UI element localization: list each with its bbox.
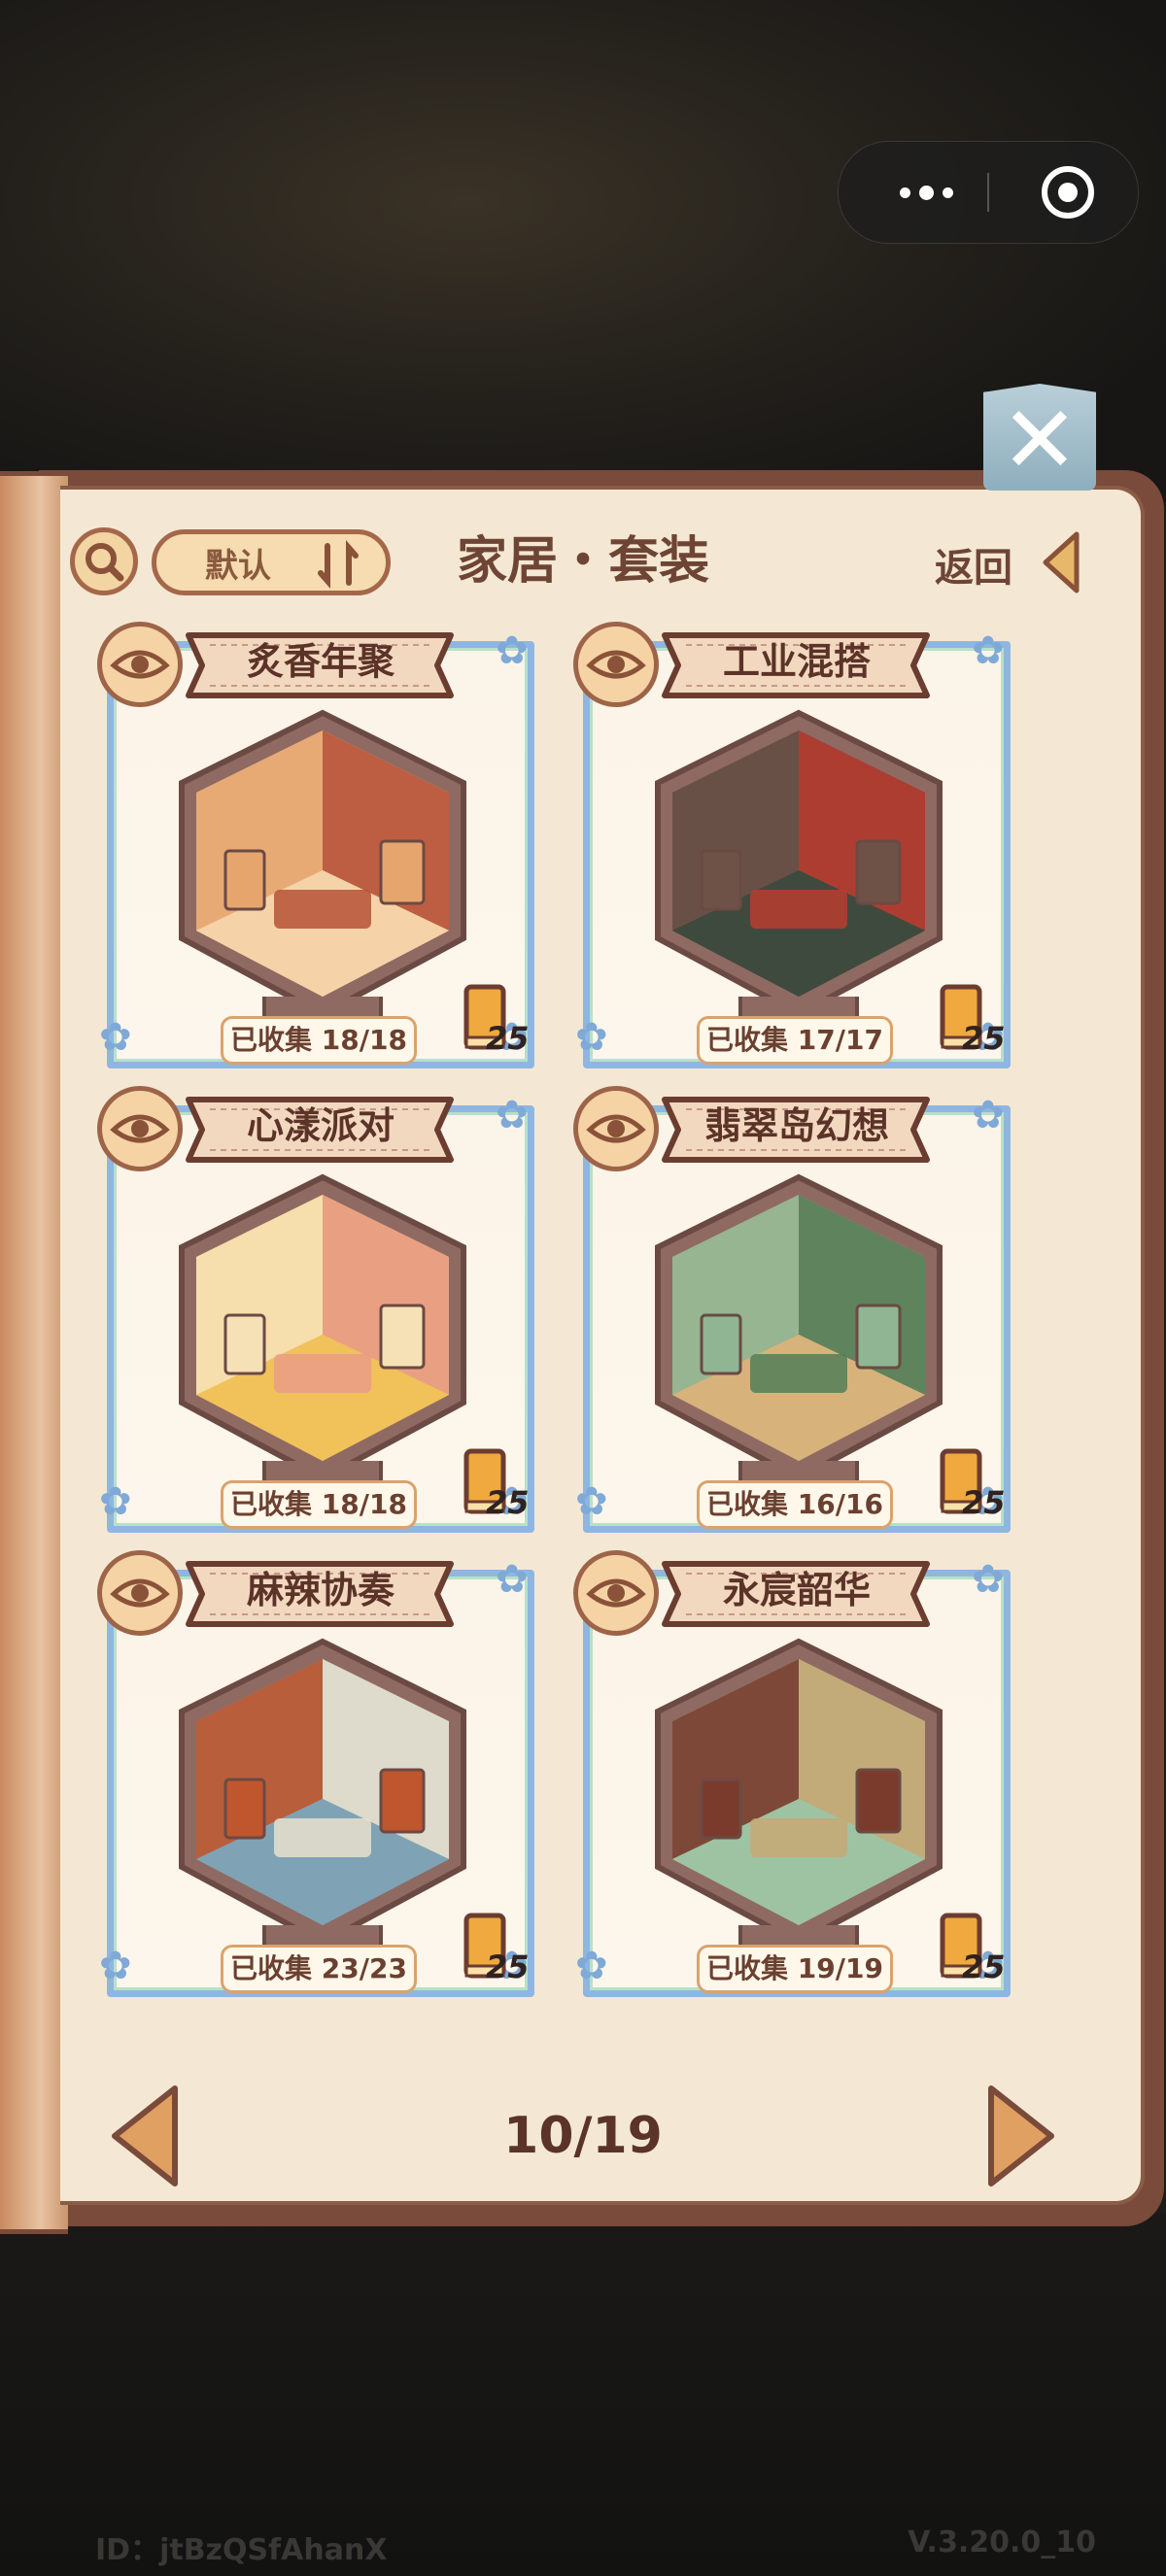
previous-page-button[interactable] — [105, 2081, 183, 2191]
eye-icon — [586, 1114, 646, 1143]
ribbon-corner-icon: ✿ — [99, 1944, 132, 1988]
ribbon-corner-icon: ✿ — [972, 1093, 1005, 1137]
page-title: 家居・套装 — [456, 531, 709, 591]
set-name: 工业混搭 — [722, 639, 871, 683]
preview-eye-button[interactable] — [97, 622, 183, 707]
version-label: V.3.20.0_10 — [908, 2525, 1096, 2559]
next-page-button[interactable] — [983, 2081, 1061, 2191]
room-preview-image — [179, 1638, 466, 1951]
furniture-set-card[interactable]: ✿ ✿ ✿ 工业混搭 已收集 17/17 25 — [573, 622, 1020, 1068]
room-preview-image — [179, 709, 466, 1023]
set-name: 心漾派对 — [246, 1103, 394, 1147]
collection-status: 已收集 18/18 — [221, 1480, 417, 1529]
ribbon-corner-icon: ✿ — [99, 1015, 132, 1060]
book-spine — [0, 471, 68, 2234]
preview-eye-button[interactable] — [97, 1086, 183, 1171]
set-name: 炙香年聚 — [246, 639, 394, 683]
set-name: 麻辣协奏 — [246, 1568, 394, 1611]
preview-eye-button[interactable] — [573, 1550, 659, 1636]
set-name: 永宸韶华 — [722, 1568, 871, 1611]
search-icon — [86, 543, 124, 582]
back-arrow-icon[interactable] — [1038, 528, 1086, 596]
ribbon-corner-icon: ✿ — [575, 1479, 608, 1524]
sort-label: 默认 — [205, 546, 271, 586]
ribbon-corner-icon: ✿ — [575, 1944, 608, 1988]
reward-count: 25 — [962, 1949, 1006, 1985]
close-icon: ✕ — [1000, 386, 1080, 494]
collection-status: 已收集 18/18 — [221, 1016, 417, 1065]
reward-count: 25 — [962, 1484, 1006, 1521]
game-background-bottom — [0, 2215, 1166, 2576]
reward-count: 25 — [486, 1484, 530, 1521]
eye-icon — [586, 1578, 646, 1608]
eye-icon — [586, 650, 646, 679]
close-miniprogram-icon[interactable] — [1039, 163, 1097, 221]
eye-icon — [110, 650, 170, 679]
ribbon-corner-icon: ✿ — [496, 628, 529, 673]
room-preview-image — [655, 1638, 943, 1951]
preview-eye-button[interactable] — [573, 622, 659, 707]
page-indicator: 10/19 — [503, 2107, 663, 2165]
close-button[interactable]: ✕ — [983, 384, 1096, 491]
player-id: ID：jtBzQSfAhanX — [95, 2533, 388, 2567]
miniprogram-capsule — [838, 141, 1139, 244]
collection-status: 已收集 17/17 — [697, 1016, 893, 1065]
ribbon-corner-icon: ✿ — [972, 1557, 1005, 1602]
ribbon-corner-icon: ✿ — [496, 1093, 529, 1137]
ribbon-corner-icon: ✿ — [99, 1479, 132, 1524]
sort-dropdown[interactable]: 默认 — [152, 529, 391, 595]
preview-eye-button[interactable] — [573, 1086, 659, 1171]
preview-eye-button[interactable] — [97, 1550, 183, 1636]
furniture-set-card[interactable]: ✿ ✿ ✿ 炙香年聚 已收集 18/18 25 — [97, 622, 544, 1068]
reward-count: 25 — [486, 1949, 530, 1985]
collection-status: 已收集 19/19 — [697, 1945, 893, 1993]
reward-count: 25 — [962, 1020, 1006, 1057]
sort-toggle-icon — [318, 540, 359, 589]
set-name: 翡翠岛幻想 — [703, 1103, 889, 1147]
eye-icon — [110, 1578, 170, 1608]
collection-status: 已收集 16/16 — [697, 1480, 893, 1529]
room-preview-image — [179, 1173, 466, 1487]
ribbon-corner-icon: ✿ — [575, 1015, 608, 1060]
back-button-label[interactable]: 返回 — [935, 536, 1012, 593]
more-menu-icon[interactable] — [877, 142, 975, 243]
search-button[interactable] — [70, 527, 138, 595]
reward-count: 25 — [486, 1020, 530, 1057]
room-preview-image — [655, 1173, 943, 1487]
furniture-set-card[interactable]: ✿ ✿ ✿ 麻辣协奏 已收集 23/23 25 — [97, 1550, 544, 1997]
furniture-set-card[interactable]: ✿ ✿ ✿ 翡翠岛幻想 已收集 16/16 25 — [573, 1086, 1020, 1533]
ribbon-corner-icon: ✿ — [496, 1557, 529, 1602]
eye-icon — [110, 1114, 170, 1143]
capsule-divider — [987, 173, 989, 212]
room-preview-image — [655, 709, 943, 1023]
furniture-set-card[interactable]: ✿ ✿ ✿ 永宸韶华 已收集 19/19 25 — [573, 1550, 1020, 1997]
furniture-set-card[interactable]: ✿ ✿ ✿ 心漾派对 已收集 18/18 25 — [97, 1086, 544, 1533]
ribbon-corner-icon: ✿ — [972, 628, 1005, 673]
collection-status: 已收集 23/23 — [221, 1945, 417, 1993]
